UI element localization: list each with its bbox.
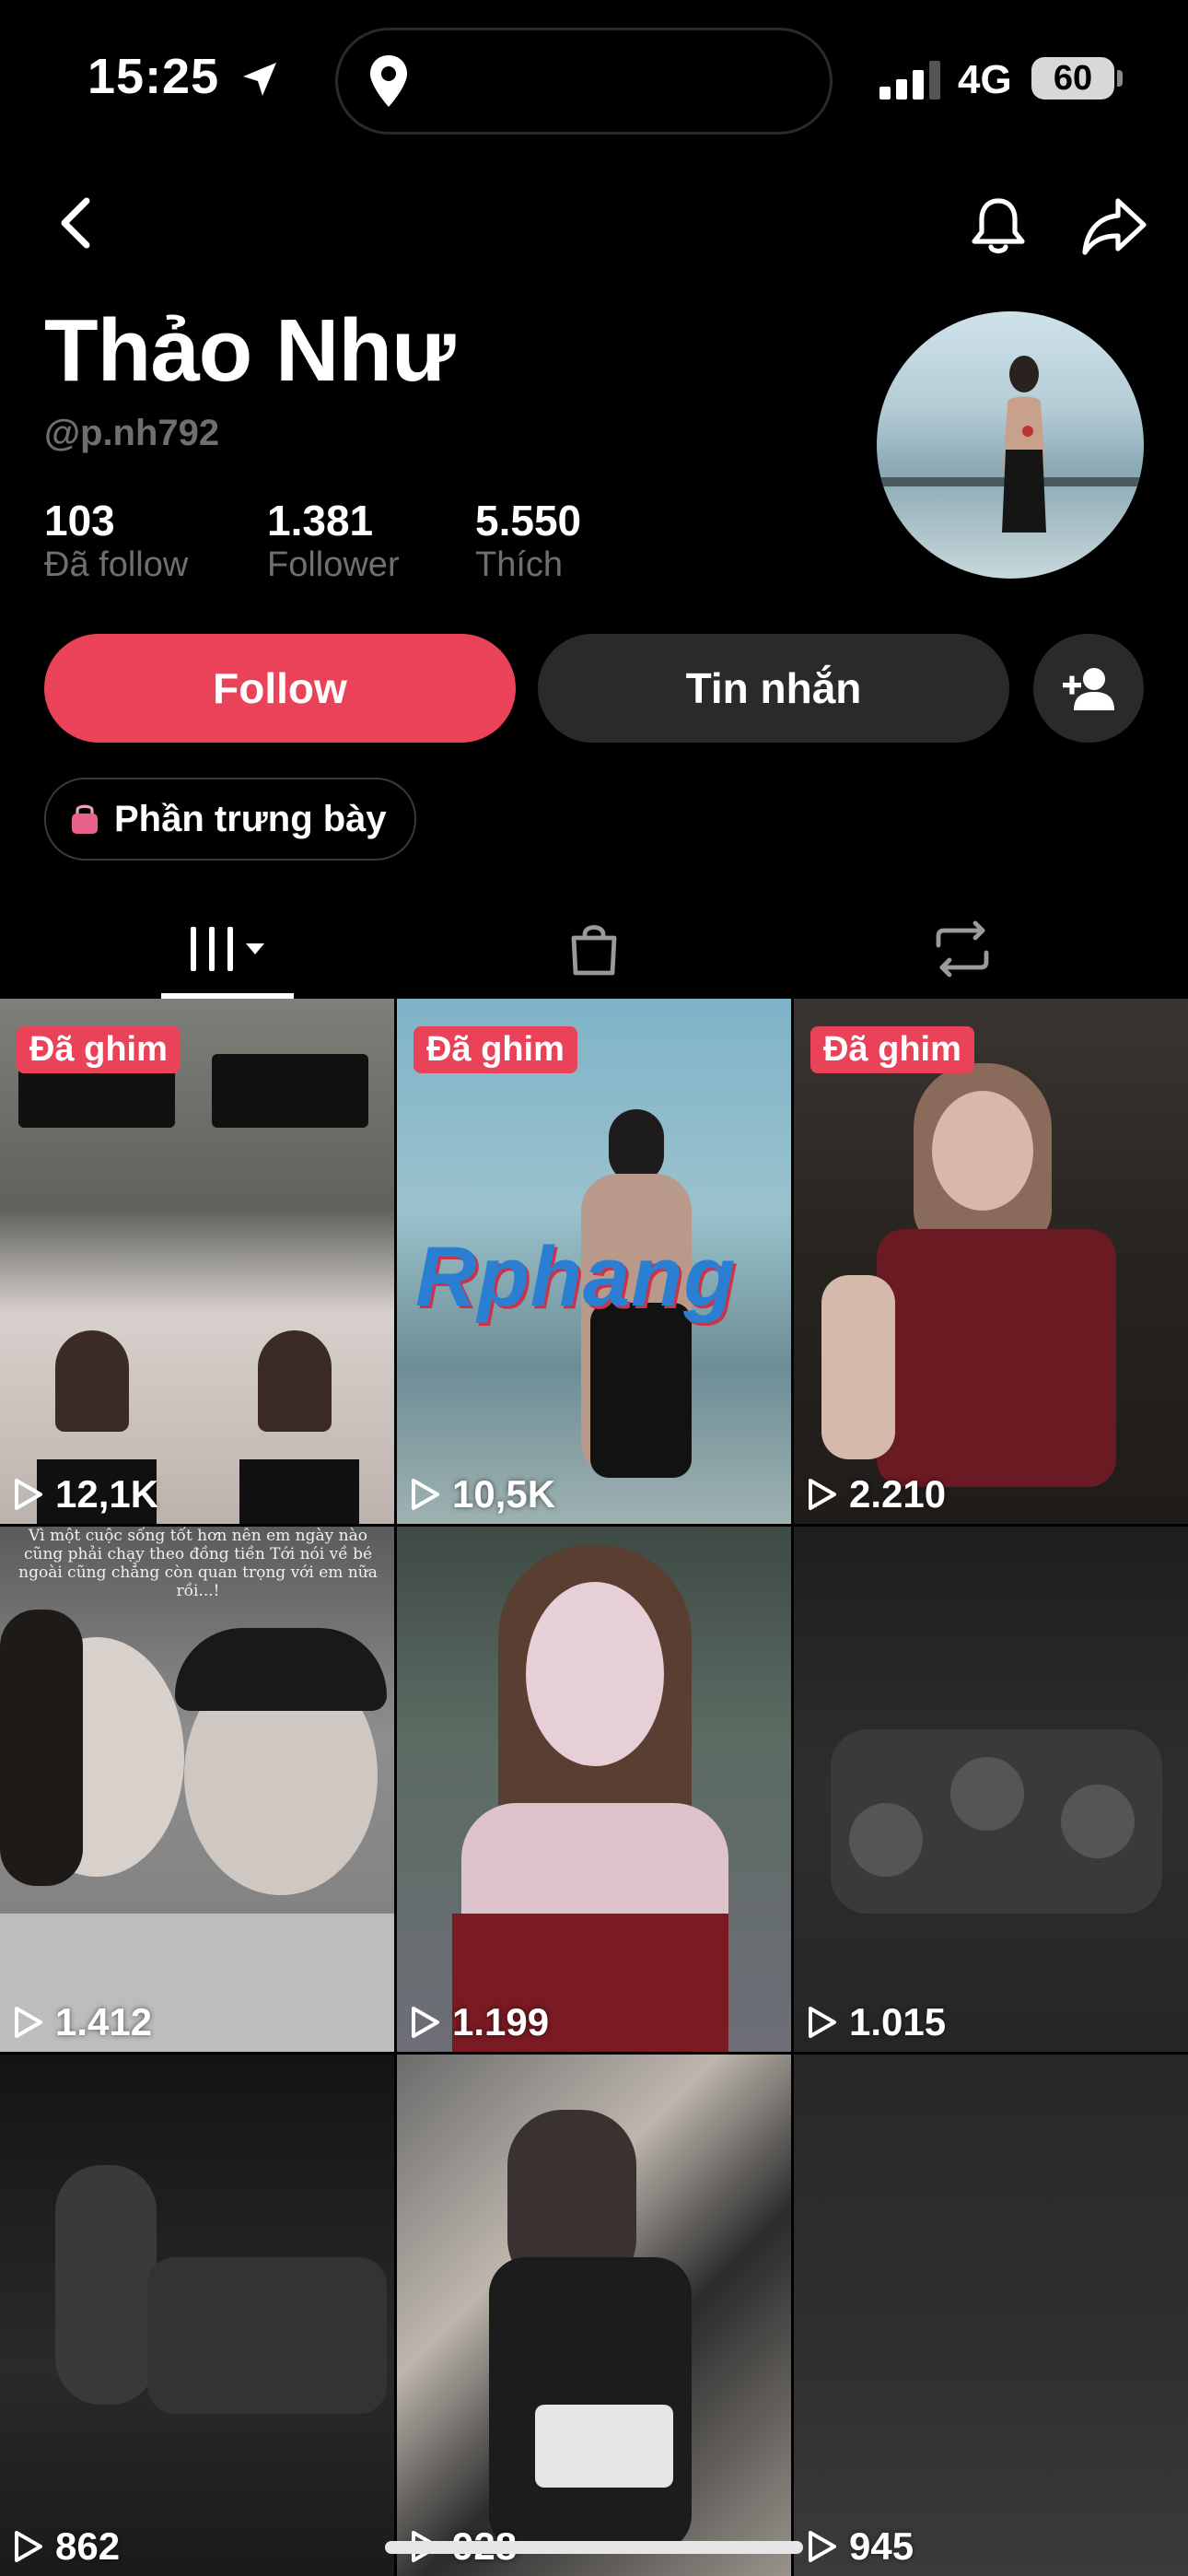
back-arrow-icon[interactable] xyxy=(55,197,96,249)
play-icon xyxy=(809,2007,836,2038)
play-icon xyxy=(809,1479,836,1510)
play-icon xyxy=(809,2531,836,2562)
signal-icon xyxy=(879,61,940,100)
battery-nub xyxy=(1117,70,1123,87)
view-count: 10,5K xyxy=(410,1472,555,1516)
video-tile[interactable]: 945 xyxy=(794,2055,1188,2576)
home-indicator[interactable] xyxy=(385,2541,803,2554)
play-icon xyxy=(412,1479,439,1510)
video-tile[interactable]: Vì một cuộc sống tốt hơn nên em ngày nào… xyxy=(0,1527,394,2052)
stat-likes[interactable]: 5.550 Thích xyxy=(475,496,581,585)
bell-icon[interactable] xyxy=(965,193,1031,260)
share-icon[interactable] xyxy=(1079,193,1149,260)
stat-value: 103 xyxy=(44,497,115,544)
stat-followers[interactable]: 1.381 Follower xyxy=(267,496,400,585)
stat-label: Thích xyxy=(475,545,564,584)
video-tile[interactable]: Đã ghim 2.210 xyxy=(794,999,1188,1524)
pinned-badge: Đã ghim xyxy=(413,1026,577,1073)
avatar[interactable] xyxy=(877,311,1144,579)
battery-icon: 60 xyxy=(1031,57,1114,100)
pinned-badge: Đã ghim xyxy=(17,1026,181,1073)
play-icon xyxy=(15,1479,42,1510)
play-icon xyxy=(15,2007,42,2038)
stat-label: Follower xyxy=(267,545,400,584)
view-count: 12,1K xyxy=(13,1472,158,1516)
showcase-button[interactable]: Phần trưng bày xyxy=(44,778,416,861)
follow-button[interactable]: Follow xyxy=(44,634,516,743)
video-tile[interactable]: 1.015 xyxy=(794,1527,1188,2052)
tab-reposts[interactable] xyxy=(764,901,1160,997)
stat-value: 1.381 xyxy=(267,497,374,544)
video-tile[interactable]: Rphang Đã ghim 10,5K xyxy=(397,999,791,1524)
shopping-bag-icon xyxy=(571,925,617,976)
location-pin-icon xyxy=(370,55,407,107)
view-count: 1.015 xyxy=(807,2000,946,2044)
grid-lines-icon xyxy=(191,927,264,971)
view-count-value: 1.412 xyxy=(55,2000,153,2043)
shopping-bag-icon xyxy=(72,804,98,834)
view-count-value: 862 xyxy=(55,2524,121,2568)
tab-shop[interactable] xyxy=(396,901,792,997)
profile-name: Thảo Như xyxy=(44,301,455,400)
video-tile[interactable]: 1.199 xyxy=(397,1527,791,2052)
stat-value: 5.550 xyxy=(475,497,582,544)
view-count: 945 xyxy=(807,2524,914,2569)
avatar-photo xyxy=(1002,356,1046,533)
stat-following[interactable]: 103 Đã follow xyxy=(44,496,188,585)
repost-icon xyxy=(936,920,989,978)
video-caption: Vì một cuộc sống tốt hơn nên em ngày nào… xyxy=(18,1527,378,1600)
message-button[interactable]: Tin nhắn xyxy=(538,634,1009,743)
stat-label: Đã follow xyxy=(44,545,189,584)
view-count: 1.199 xyxy=(410,2000,549,2044)
view-count-value: 12,1K xyxy=(55,1472,159,1516)
video-tile[interactable]: Đã ghim 12,1K xyxy=(0,999,394,1524)
add-user-icon xyxy=(1063,668,1114,710)
view-count-value: 945 xyxy=(849,2524,914,2568)
showcase-label: Phần trưng bày xyxy=(114,798,387,839)
view-count-value: 10,5K xyxy=(452,1472,556,1516)
video-tile[interactable]: 928 xyxy=(397,2055,791,2576)
add-friend-button[interactable] xyxy=(1033,634,1144,743)
video-tile[interactable]: 862 xyxy=(0,2055,394,2576)
pinned-badge: Đã ghim xyxy=(810,1026,974,1073)
status-time: 15:25 xyxy=(87,49,220,104)
view-count-value: 1.199 xyxy=(452,2000,550,2043)
profile-handle: @p.nh792 xyxy=(44,413,220,453)
view-count: 1.412 xyxy=(13,2000,152,2044)
view-count: 862 xyxy=(13,2524,120,2569)
tab-videos[interactable] xyxy=(29,901,425,997)
view-count-value: 2.210 xyxy=(849,1472,947,1516)
watermark-text: Rphang xyxy=(415,1230,737,1324)
view-count: 2.210 xyxy=(807,1472,946,1516)
network-type: 4G xyxy=(958,57,1012,102)
view-count-value: 1.015 xyxy=(849,2000,947,2043)
dynamic-island xyxy=(335,28,833,135)
location-arrow-icon xyxy=(243,63,276,96)
play-icon xyxy=(412,2007,439,2038)
play-icon xyxy=(15,2531,42,2562)
